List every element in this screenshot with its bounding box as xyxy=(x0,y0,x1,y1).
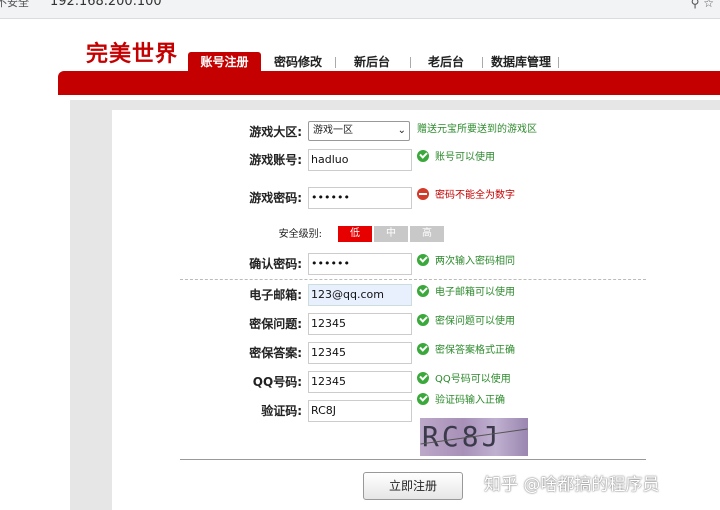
server-selected: 游戏一区 xyxy=(313,125,353,136)
confirm-label: 确认密码: xyxy=(249,257,302,271)
security-question-input[interactable]: 12345 xyxy=(308,313,412,335)
check-icon xyxy=(417,314,429,326)
captcha-input[interactable]: RC8J xyxy=(308,400,412,422)
dotted-divider xyxy=(180,279,646,280)
site-logo: 完美世界 xyxy=(86,41,179,67)
captcha-image-text: RC8J xyxy=(422,420,502,453)
check-icon xyxy=(417,150,429,162)
tab-separator xyxy=(410,57,411,68)
account-hint-text: 账号可以使用 xyxy=(435,152,495,163)
confirm-value: •••••• xyxy=(311,257,350,270)
tab-separator xyxy=(482,57,483,68)
confirm-hint: 两次输入密码相同 xyxy=(417,251,515,273)
confirm-hint-text: 两次输入密码相同 xyxy=(435,256,515,267)
password-row: 游戏密码: •••••• 密码不能全为数字 xyxy=(112,187,720,209)
register-button[interactable]: 立即注册 xyxy=(363,472,463,500)
account-value: hadluo xyxy=(311,153,349,166)
register-form-panel: 游戏大区: 游戏一区 ⌄ 赠送元宝所要送到的游戏区 游戏账号: hadluo 账… xyxy=(112,110,720,510)
tab-separator xyxy=(335,57,336,68)
captcha-value: RC8J xyxy=(311,404,337,417)
captcha-image[interactable]: RC8J xyxy=(420,418,528,456)
question-label: 密保问题: xyxy=(249,317,302,331)
check-icon xyxy=(417,393,429,405)
tab-change-password[interactable]: 密码修改 xyxy=(266,52,330,72)
answer-hint-text: 密保答案格式正确 xyxy=(435,345,515,356)
tab-new-backend[interactable]: 新后台 xyxy=(340,52,404,72)
security-warning[interactable]: 不安全 xyxy=(0,0,29,10)
qq-row: QQ号码: 12345 QQ号码可以使用 xyxy=(112,371,720,393)
header-red-bar xyxy=(58,71,720,95)
browser-toolbar-icons[interactable]: ⚲ ☆ xyxy=(691,0,714,10)
answer-row: 密保答案: 12345 密保答案格式正确 xyxy=(112,342,720,364)
qq-hint: QQ号码可以使用 xyxy=(417,369,511,391)
answer-value: 12345 xyxy=(311,346,346,359)
password-hint: 密码不能全为数字 xyxy=(417,185,515,207)
check-icon xyxy=(417,254,429,266)
email-input[interactable]: 123@qq.com xyxy=(308,284,412,306)
check-icon xyxy=(417,285,429,297)
qq-label: QQ号码: xyxy=(252,375,302,389)
password-hint-text: 密码不能全为数字 xyxy=(435,190,515,201)
email-label: 电子邮箱: xyxy=(249,288,302,302)
form-divider xyxy=(180,459,646,460)
chevron-down-icon: ⌄ xyxy=(397,125,406,136)
tab-separator xyxy=(558,57,559,68)
account-hint: 账号可以使用 xyxy=(417,147,495,169)
captcha-hint-text: 验证码输入正确 xyxy=(435,395,505,406)
question-hint-text: 密保问题可以使用 xyxy=(435,316,515,327)
account-row: 游戏账号: hadluo 账号可以使用 xyxy=(112,149,720,171)
check-icon xyxy=(417,372,429,384)
confirm-row: 确认密码: •••••• 两次输入密码相同 xyxy=(112,253,720,275)
email-hint-text: 电子邮箱可以使用 xyxy=(435,287,515,298)
answer-label: 密保答案: xyxy=(249,346,302,360)
question-hint: 密保问题可以使用 xyxy=(417,311,515,333)
strength-high: 高 xyxy=(410,226,444,242)
browser-address-bar[interactable]: 不安全 192.168.200.100 ⚲ ☆ xyxy=(0,0,720,19)
server-hint: 赠送元宝所要送到的游戏区 xyxy=(417,124,537,135)
captcha-hint: 验证码输入正确 xyxy=(417,390,505,412)
email-row: 电子邮箱: 123@qq.com 电子邮箱可以使用 xyxy=(112,284,720,306)
server-label: 游戏大区: xyxy=(249,125,302,139)
password-value: •••••• xyxy=(311,191,350,204)
strength-row: 安全级别: 低 中 高 xyxy=(112,224,720,246)
strength-low: 低 xyxy=(338,226,372,242)
error-icon xyxy=(417,188,429,200)
qq-value: 12345 xyxy=(311,375,346,388)
confirm-password-input[interactable]: •••••• xyxy=(308,253,412,275)
captcha-label: 验证码: xyxy=(261,404,302,418)
password-label: 游戏密码: xyxy=(249,191,302,205)
question-value: 12345 xyxy=(311,317,346,330)
password-input[interactable]: •••••• xyxy=(308,187,412,209)
answer-hint: 密保答案格式正确 xyxy=(417,340,515,362)
server-row: 游戏大区: 游戏一区 ⌄ 赠送元宝所要送到的游戏区 xyxy=(112,121,720,143)
check-icon xyxy=(417,343,429,355)
question-row: 密保问题: 12345 密保问题可以使用 xyxy=(112,313,720,335)
tab-register[interactable]: 账号注册 xyxy=(188,52,261,72)
tab-database[interactable]: 数据库管理 xyxy=(486,52,556,72)
server-select[interactable]: 游戏一区 ⌄ xyxy=(308,121,410,141)
strength-mid: 中 xyxy=(374,226,408,242)
tab-old-backend[interactable]: 老后台 xyxy=(414,52,478,72)
email-value: 123@qq.com xyxy=(311,288,384,301)
qq-hint-text: QQ号码可以使用 xyxy=(435,374,511,385)
strength-label: 安全级别: xyxy=(278,229,322,240)
url-text[interactable]: 192.168.200.100 xyxy=(50,0,162,9)
account-label: 游戏账号: xyxy=(249,153,302,167)
watermark: 知乎 @啥都搞的程序员 xyxy=(484,475,660,495)
email-hint: 电子邮箱可以使用 xyxy=(417,282,515,304)
captcha-row: 验证码: RC8J 验证码输入正确 xyxy=(112,393,720,422)
account-input[interactable]: hadluo xyxy=(308,149,412,171)
security-answer-input[interactable]: 12345 xyxy=(308,342,412,364)
qq-input[interactable]: 12345 xyxy=(308,371,412,393)
